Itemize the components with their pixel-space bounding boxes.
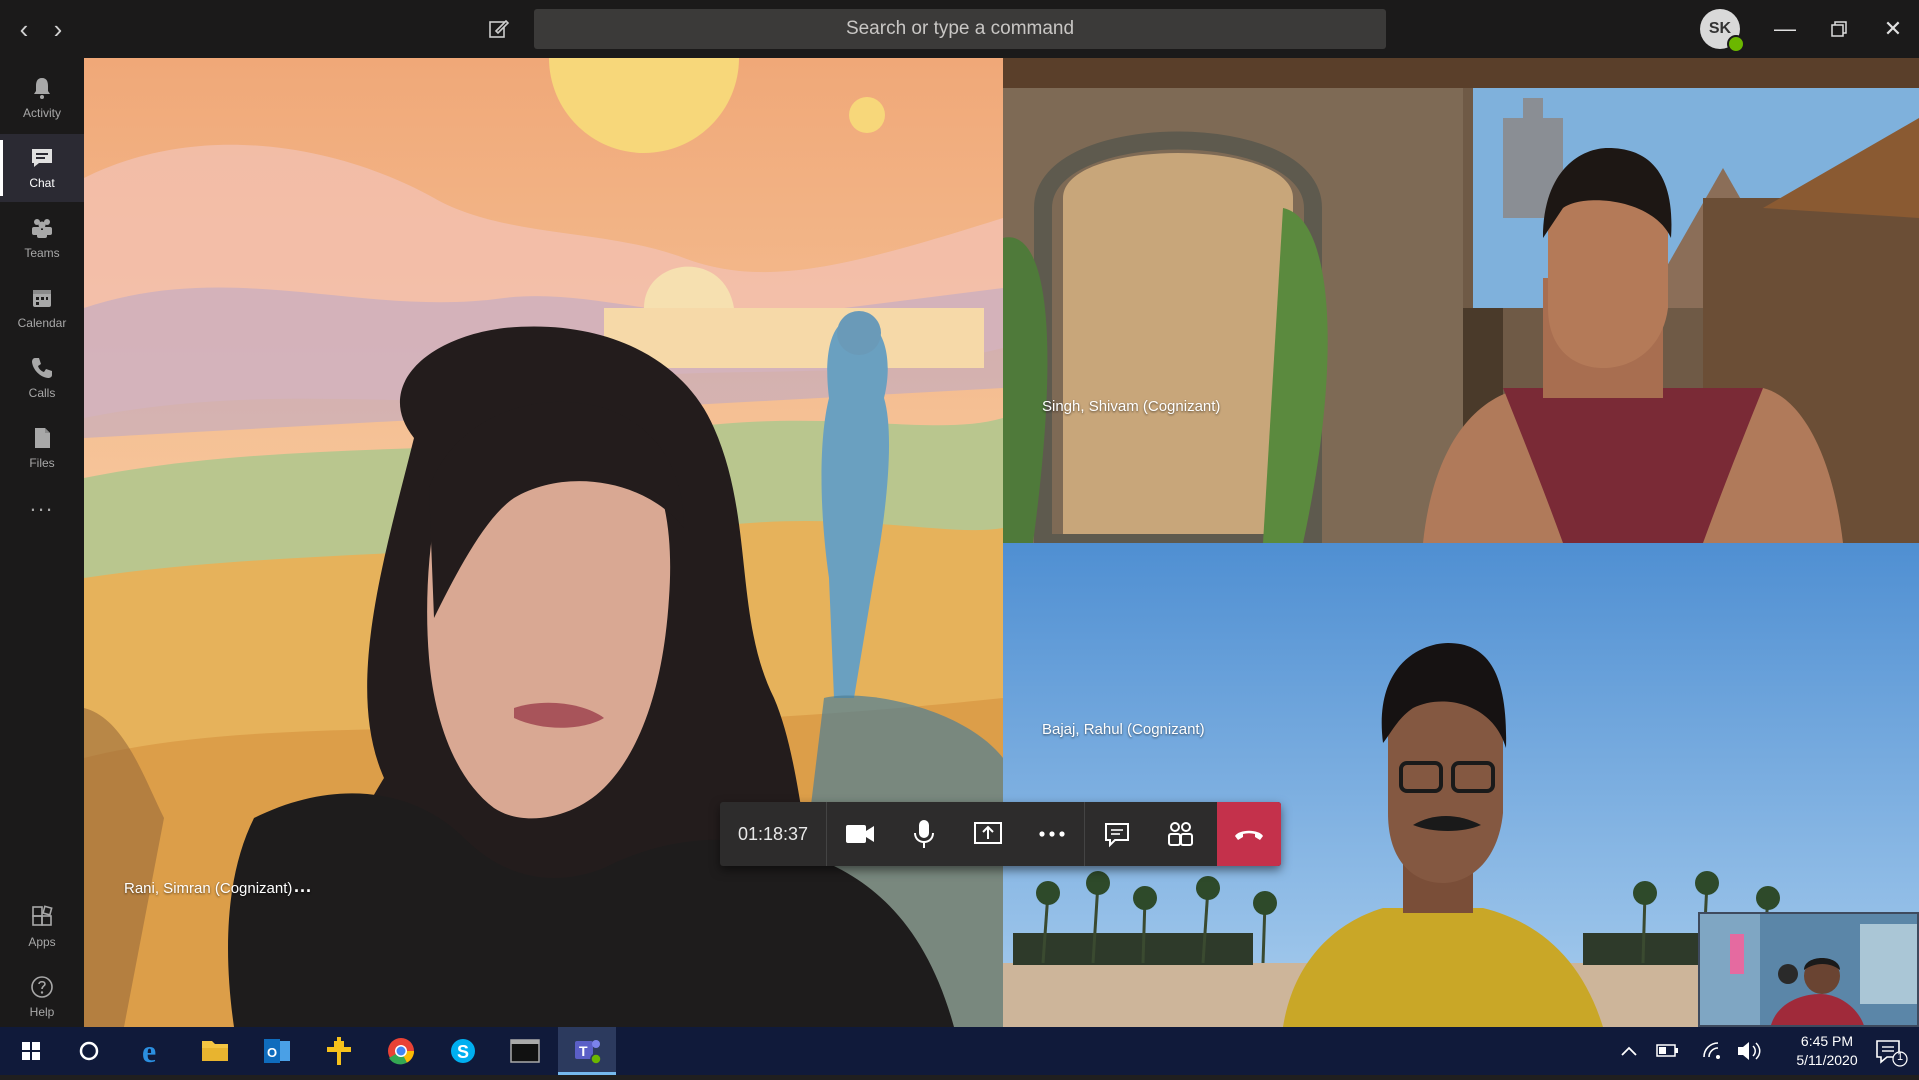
svg-text:O: O — [267, 1045, 277, 1060]
search-placeholder: Search or type a command — [845, 18, 1075, 39]
conversation-icon — [1105, 823, 1129, 848]
participants-icon — [1168, 822, 1193, 846]
camera-toggle-button[interactable] — [828, 802, 892, 866]
sticky-pin-app-icon[interactable] — [310, 1027, 368, 1075]
rail-item-activity[interactable]: Activity — [0, 64, 84, 132]
svg-text:S: S — [457, 1042, 469, 1062]
skype-icon[interactable]: S — [434, 1027, 492, 1075]
more-dots-icon — [1039, 831, 1065, 837]
microphone-icon — [914, 820, 934, 848]
rail-label-calendar: Calendar — [17, 316, 67, 330]
avatar-initials: SK — [1708, 20, 1732, 37]
rail-item-calendar[interactable]: Calendar — [0, 274, 84, 342]
hang-up-phone-icon — [1235, 830, 1263, 840]
chrome-icon[interactable] — [372, 1027, 430, 1075]
call-controls-bar: 01:18:37 — [720, 802, 1281, 866]
rail-item-help[interactable]: Help — [0, 963, 84, 1031]
file-explorer-icon[interactable] — [186, 1027, 244, 1075]
rail-label-teams: Teams — [24, 246, 60, 260]
minimize-icon[interactable]: — — [1762, 10, 1808, 48]
outlook-icon[interactable]: O — [248, 1027, 306, 1075]
participant-name-bajaj-rahul: Bajaj, Rahul (Cognizant) — [1042, 721, 1205, 738]
phone-icon — [32, 358, 52, 378]
calendar-icon — [33, 290, 51, 307]
restore-icon[interactable] — [1816, 10, 1862, 48]
cortana-search-icon[interactable] — [60, 1027, 118, 1075]
svg-text:e: e — [142, 1033, 156, 1069]
more-actions-button[interactable] — [1020, 802, 1084, 866]
video-tile-rani-simran[interactable]: Rani, Simran (Cognizant) ... — [84, 58, 1003, 1027]
more-apps-label: ... — [29, 491, 55, 516]
notification-count: 1 — [1897, 1051, 1904, 1063]
rail-item-chat[interactable]: Chat — [0, 134, 84, 202]
participant-more-options-button[interactable]: ... — [294, 876, 312, 897]
forward-arrow-icon[interactable]: › — [44, 14, 72, 44]
self-video-preview[interactable] — [1698, 912, 1919, 1027]
call-duration-timer: 01:18:37 — [720, 802, 827, 866]
rail-label-calls: Calls — [28, 386, 56, 400]
rail-label-activity: Activity — [22, 106, 61, 120]
presence-available-icon — [1727, 35, 1745, 53]
command-search-box[interactable]: Search or type a command — [534, 9, 1386, 49]
hang-up-button[interactable] — [1217, 802, 1281, 866]
action-center-notification-icon[interactable]: 1 — [1861, 1027, 1917, 1075]
app-bar: Activity Chat Teams Calendar Calls Files… — [0, 58, 84, 1027]
rail-label-chat: Chat — [29, 176, 55, 190]
rail-label-help: Help — [29, 1005, 55, 1019]
microphone-toggle-button[interactable] — [892, 802, 956, 866]
svg-text:T: T — [579, 1043, 588, 1059]
self-video-room-background — [1700, 914, 1917, 1025]
rail-label-files: Files — [29, 456, 55, 470]
participant-name-singh-shivam: Singh, Shivam (Cognizant) — [1042, 398, 1221, 415]
rail-item-files[interactable]: Files — [0, 414, 84, 482]
back-arrow-icon[interactable]: ‹ — [10, 14, 38, 44]
microsoft-teams-taskbar-icon[interactable]: T — [558, 1027, 616, 1075]
share-screen-icon — [974, 822, 1002, 844]
windows-start-icon[interactable] — [2, 1027, 60, 1075]
rail-label-apps: Apps — [28, 935, 56, 949]
volume-icon[interactable] — [1728, 1027, 1772, 1075]
rail-item-calls[interactable]: Calls — [0, 344, 84, 412]
close-icon[interactable]: ✕ — [1870, 10, 1916, 48]
participant-video-castle-background — [1003, 58, 1919, 543]
video-tile-singh-shivam[interactable]: Singh, Shivam (Cognizant) — [1003, 58, 1919, 543]
edge-browser-icon[interactable]: e — [124, 1027, 182, 1075]
chat-icon — [32, 149, 52, 167]
show-conversation-button[interactable] — [1084, 802, 1149, 866]
title-bar: ‹ › Search or type a command SK — ✕ — [0, 0, 1919, 58]
participant-name-rani-simran: Rani, Simran (Cognizant) — [124, 880, 293, 897]
video-camera-icon — [846, 825, 874, 843]
rail-item-teams[interactable]: Teams — [0, 204, 84, 272]
command-prompt-icon[interactable] — [496, 1027, 554, 1075]
more-apps-button[interactable]: ... — [0, 484, 84, 524]
battery-icon[interactable] — [1643, 1027, 1693, 1075]
windows-taskbar: e O S T 6:45 PM 5/11/2020 1 — [0, 1027, 1919, 1075]
rail-item-apps[interactable]: Apps — [0, 893, 84, 961]
show-participants-button[interactable] — [1148, 802, 1212, 866]
teams-icon — [32, 219, 52, 238]
share-screen-button[interactable] — [956, 802, 1020, 866]
apps-icon — [32, 905, 53, 926]
help-icon — [31, 976, 53, 998]
file-icon — [35, 428, 50, 448]
new-chat-compose-icon[interactable] — [484, 14, 514, 44]
bell-icon — [34, 78, 50, 99]
